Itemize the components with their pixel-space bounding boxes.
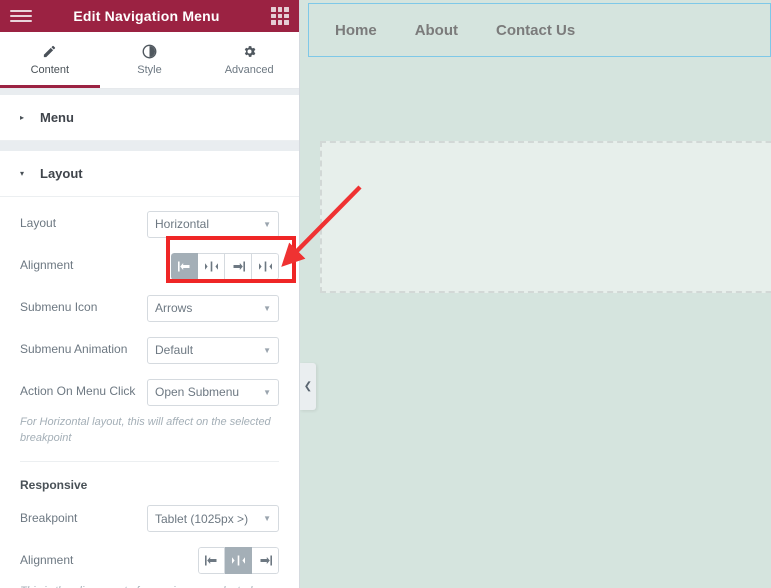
tab-style-label: Style (137, 64, 162, 76)
control-submenu-animation: Submenu Animation Default ▼ (20, 329, 279, 371)
nav-link-about[interactable]: About (415, 22, 458, 39)
control-layout-label: Layout (20, 216, 57, 231)
tab-content[interactable]: Content (0, 32, 100, 88)
apps-grid-icon[interactable] (271, 7, 289, 25)
control-responsive-alignment-label: Alignment (20, 553, 74, 568)
tab-advanced-label: Advanced (224, 64, 274, 76)
section-header-menu[interactable]: ▸ Menu (0, 95, 299, 141)
submenu-icon-select[interactable]: Arrows ▼ (147, 294, 279, 322)
gear-icon (242, 43, 257, 60)
align-justify-button[interactable] (252, 252, 279, 280)
align-center-button[interactable] (198, 252, 225, 280)
breakpoint-select-value: Tablet (1025px >) (155, 511, 249, 526)
control-submenu-icon-label: Submenu Icon (20, 300, 98, 315)
page-title: Edit Navigation Menu (73, 8, 220, 24)
layout-select-value: Horizontal (155, 217, 210, 231)
nav-link-contact-us[interactable]: Contact Us (496, 22, 575, 39)
elementor-editor: Edit Navigation Menu Content Style Advan… (0, 0, 771, 588)
breakpoint-select[interactable]: Tablet (1025px >) ▼ (147, 505, 279, 533)
chevron-down-icon: ▼ (263, 387, 271, 397)
panel-tabs: Content Style Advanced (0, 32, 300, 89)
submenu-animation-select-value: Default (155, 343, 194, 357)
contrast-icon (142, 43, 157, 60)
responsive-align-center-button[interactable] (225, 547, 252, 575)
responsive-alignment-choice-group (198, 547, 279, 575)
section-body-layout: Layout Horizontal ▼ Alignment Submenu Ic… (0, 197, 299, 588)
alignment-choice-group (171, 252, 279, 280)
drop-area-placeholder[interactable] (320, 141, 771, 293)
control-alignment: Alignment (20, 245, 279, 287)
layout-select[interactable]: Horizontal ▼ (147, 210, 279, 238)
chevron-down-icon: ▼ (263, 303, 271, 313)
responsive-hint-text: This is the alignement of menu icon on s… (20, 582, 279, 588)
chevron-right-icon: ▸ (20, 113, 25, 122)
panel-header: Edit Navigation Menu (0, 0, 299, 32)
action-on-menu-click-select-value: Open Submenu (155, 385, 240, 399)
panel-collapse-handle[interactable]: ❮ (300, 363, 316, 410)
control-layout: Layout Horizontal ▼ (20, 203, 279, 245)
chevron-left-icon: ❮ (303, 380, 313, 392)
section-title-menu: Menu (40, 110, 74, 125)
control-submenu-animation-label: Submenu Animation (20, 342, 128, 357)
align-right-button[interactable] (225, 252, 252, 280)
nav-link-home[interactable]: Home (335, 22, 377, 39)
control-alignment-label: Alignment (20, 258, 74, 273)
control-action-on-menu-click-label: Action On Menu Click (20, 384, 136, 399)
submenu-icon-select-value: Arrows (155, 301, 193, 315)
section-title-layout: Layout (40, 166, 83, 181)
align-left-button[interactable] (171, 252, 198, 280)
tab-style[interactable]: Style (99, 32, 200, 88)
control-submenu-icon: Submenu Icon Arrows ▼ (20, 287, 279, 329)
pencil-icon (42, 43, 57, 60)
chevron-down-icon: ▼ (263, 345, 271, 355)
tab-content-label: Content (30, 64, 70, 76)
chevron-down-icon: ▼ (263, 219, 271, 229)
chevron-down-icon: ▼ (263, 514, 271, 524)
nav-menu-widget[interactable]: Home About Contact Us (308, 3, 771, 57)
editor-panel: Edit Navigation Menu Content Style Advan… (0, 0, 300, 588)
control-responsive-alignment: Alignment (20, 540, 279, 582)
chevron-down-icon: ▾ (20, 169, 25, 178)
canvas-preview: Home About Contact Us ❮ (300, 0, 771, 588)
responsive-align-left-button[interactable] (198, 547, 225, 575)
section-divider (0, 141, 299, 151)
submenu-animation-select[interactable]: Default ▼ (147, 336, 279, 364)
layout-hint-text: For Horizontal layout, this will affect … (20, 416, 271, 444)
panel-body: ▸ Menu ▾ Layout Layout Horizontal ▼ Alig… (0, 95, 299, 588)
responsive-align-right-button[interactable] (252, 547, 279, 575)
control-action-on-menu-click: Action On Menu Click Open Submenu ▼ (20, 371, 279, 413)
control-breakpoint: Breakpoint Tablet (1025px >) ▼ (20, 498, 279, 540)
action-on-menu-click-select[interactable]: Open Submenu ▼ (147, 378, 279, 406)
tab-advanced[interactable]: Advanced (199, 32, 300, 88)
section-header-layout[interactable]: ▾ Layout (0, 151, 299, 197)
responsive-heading: Responsive (20, 477, 88, 492)
control-breakpoint-label: Breakpoint (20, 511, 78, 526)
